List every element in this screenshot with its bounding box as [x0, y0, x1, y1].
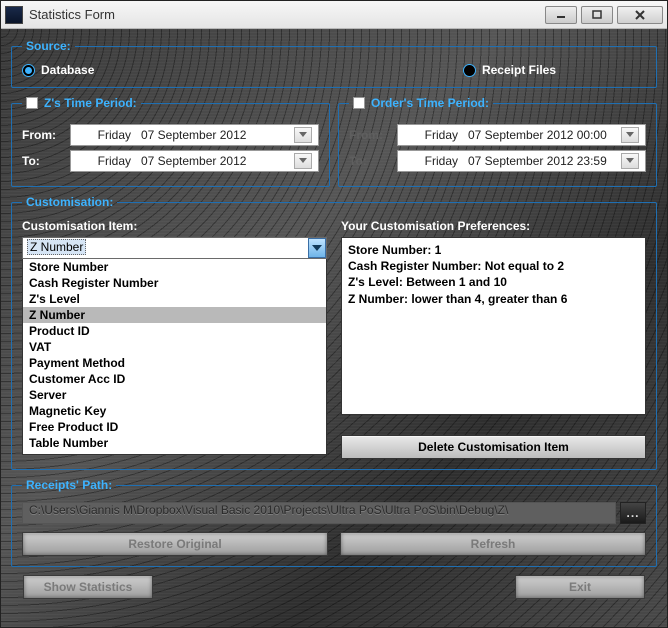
- customisation-prefs-col: Your Customisation Preferences: Store Nu…: [341, 219, 646, 459]
- checkbox-icon[interactable]: [353, 97, 365, 109]
- dropdown-item[interactable]: Z's Level: [23, 291, 326, 307]
- delete-customisation-item-button[interactable]: Delete Customisation Item: [341, 435, 646, 459]
- customisation-legend: Customisation:: [22, 195, 117, 209]
- from-label: From:: [349, 128, 389, 142]
- refresh-button[interactable]: Refresh: [340, 532, 646, 556]
- dropdown-item[interactable]: VAT: [23, 339, 326, 355]
- combobox-field[interactable]: Z Number: [22, 237, 327, 259]
- source-legend: Source:: [22, 39, 75, 53]
- order-to-date-picker[interactable]: Friday 07 September 2012 23:59: [397, 150, 646, 172]
- show-statistics-button[interactable]: Show Statistics: [23, 575, 153, 599]
- receipts-path-group: Receipts' Path: C:\Users\Giannis M\Dropb…: [11, 478, 657, 567]
- restore-original-button[interactable]: Restore Original: [22, 532, 328, 556]
- pref-line[interactable]: Cash Register Number: Not equal to 2: [348, 258, 639, 274]
- order-from-date-picker[interactable]: Friday 07 September 2012 00:00: [397, 124, 646, 146]
- source-database-radio[interactable]: Database: [22, 63, 94, 77]
- customisation-item-dropdown[interactable]: Store NumberCash Register NumberZ's Leve…: [22, 259, 327, 455]
- pref-line[interactable]: Z's Level: Between 1 and 10: [348, 274, 639, 290]
- radio-icon: [22, 64, 35, 77]
- close-button[interactable]: [617, 6, 663, 24]
- chevron-down-icon[interactable]: [621, 127, 639, 143]
- chevron-down-icon[interactable]: [294, 153, 312, 169]
- customisation-prefs-list[interactable]: Store Number: 1Cash Register Number: Not…: [341, 237, 646, 415]
- window-title: Statistics Form: [29, 7, 545, 22]
- dropdown-item[interactable]: Discount ID: [23, 451, 326, 455]
- customisation-item-col: Customisation Item: Z Number Store Numbe…: [22, 219, 327, 459]
- dropdown-item[interactable]: Cash Register Number: [23, 275, 326, 291]
- z-time-period-group: Z's Time Period: From: Friday 07 Septemb…: [11, 96, 330, 187]
- order-time-period-legend: Order's Time Period:: [349, 96, 493, 110]
- z-from-date-picker[interactable]: Friday 07 September 2012: [70, 124, 319, 146]
- dropdown-item[interactable]: Z Number: [23, 307, 326, 323]
- dropdown-item[interactable]: Customer Acc ID: [23, 371, 326, 387]
- minimize-button[interactable]: [545, 6, 577, 24]
- from-label: From:: [22, 128, 62, 142]
- customisation-item-combobox[interactable]: Z Number: [22, 237, 327, 259]
- source-receipt-radio[interactable]: Receipt Files: [463, 63, 556, 77]
- chevron-down-icon[interactable]: [294, 127, 312, 143]
- app-icon: [5, 6, 23, 24]
- chevron-down-icon[interactable]: [308, 238, 326, 258]
- order-time-period-group: Order's Time Period: From: Friday 07 Sep…: [338, 96, 657, 187]
- dropdown-item[interactable]: Free Product ID: [23, 419, 326, 435]
- chevron-down-icon[interactable]: [621, 153, 639, 169]
- to-label: To:: [22, 154, 62, 168]
- window-frame: Statistics Form Source: Database Receipt…: [0, 0, 668, 628]
- content-area: Source: Database Receipt Files Z's Time …: [1, 29, 667, 627]
- source-group: Source: Database Receipt Files: [11, 39, 657, 88]
- dropdown-item[interactable]: Server: [23, 387, 326, 403]
- to-label: To:: [349, 154, 389, 168]
- receipts-path-legend: Receipts' Path:: [22, 478, 116, 492]
- maximize-button[interactable]: [581, 6, 613, 24]
- z-time-period-legend: Z's Time Period:: [22, 96, 141, 110]
- dropdown-item[interactable]: Table Number: [23, 435, 326, 451]
- dropdown-item[interactable]: Store Number: [23, 259, 326, 275]
- pref-line[interactable]: Store Number: 1: [348, 242, 639, 258]
- customisation-prefs-label: Your Customisation Preferences:: [341, 219, 646, 233]
- browse-button[interactable]: ...: [620, 502, 646, 524]
- checkbox-icon[interactable]: [26, 97, 38, 109]
- titlebar[interactable]: Statistics Form: [1, 1, 667, 29]
- dropdown-item[interactable]: Magnetic Key: [23, 403, 326, 419]
- exit-button[interactable]: Exit: [515, 575, 645, 599]
- z-to-date-picker[interactable]: Friday 07 September 2012: [70, 150, 319, 172]
- customisation-item-label: Customisation Item:: [22, 219, 327, 233]
- pref-line[interactable]: Z Number: lower than 4, greater than 6: [348, 291, 639, 307]
- customisation-group: Customisation: Customisation Item: Z Num…: [11, 195, 657, 470]
- radio-label: Receipt Files: [482, 63, 556, 77]
- dropdown-item[interactable]: Payment Method: [23, 355, 326, 371]
- dropdown-item[interactable]: Product ID: [23, 323, 326, 339]
- radio-icon: [463, 64, 476, 77]
- radio-label: Database: [41, 63, 94, 77]
- receipts-path-input[interactable]: C:\Users\Giannis M\Dropbox\Visual Basic …: [22, 502, 616, 524]
